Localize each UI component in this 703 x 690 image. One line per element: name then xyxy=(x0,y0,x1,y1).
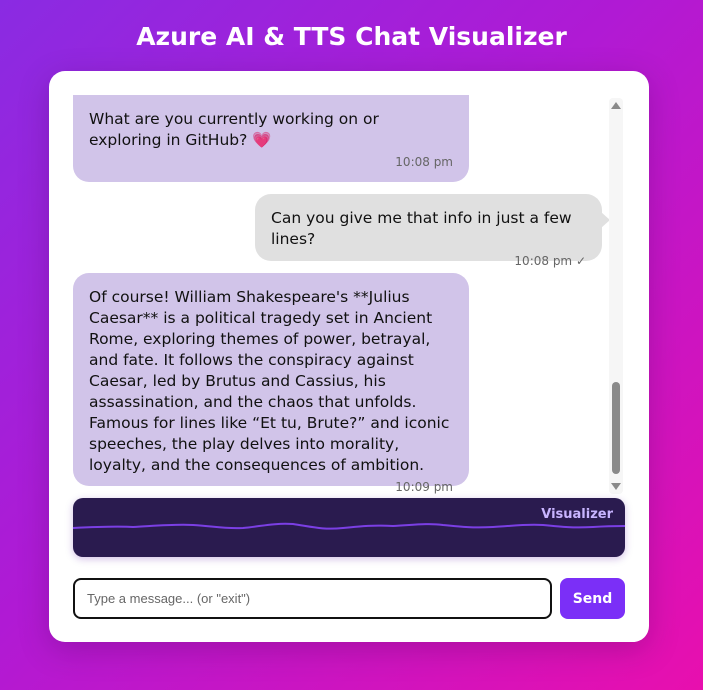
send-button[interactable]: Send xyxy=(560,578,625,619)
app-title: Azure AI & TTS Chat Visualizer xyxy=(136,22,567,51)
chat-messages[interactable]: What are you currently working on or exp… xyxy=(73,95,627,497)
bot-message: What are you currently working on or exp… xyxy=(73,95,469,182)
message-timestamp: 10:08 pm ✓ xyxy=(514,254,586,268)
composer: Send xyxy=(73,578,625,619)
message-input[interactable] xyxy=(73,578,552,619)
chat-card: What are you currently working on or exp… xyxy=(49,71,649,642)
message-timestamp: 10:08 pm xyxy=(395,155,453,169)
bot-message: Of course! William Shakespeare's **Juliu… xyxy=(73,273,469,494)
chat-scrollbar[interactable] xyxy=(609,98,623,494)
message-timestamp: 10:09 pm xyxy=(395,480,453,494)
scroll-down-arrow-icon[interactable] xyxy=(611,483,621,490)
scroll-up-arrow-icon[interactable] xyxy=(611,102,621,109)
message-text: Of course! William Shakespeare's **Juliu… xyxy=(89,288,455,474)
message-text: What are you currently working on or exp… xyxy=(89,110,384,149)
user-message: Can you give me that info in just a few … xyxy=(255,194,610,268)
audio-visualizer: Visualizer xyxy=(73,498,625,557)
scrollbar-thumb[interactable] xyxy=(612,382,620,474)
visualizer-label: Visualizer xyxy=(541,507,613,522)
message-text: Can you give me that info in just a few … xyxy=(271,209,577,248)
